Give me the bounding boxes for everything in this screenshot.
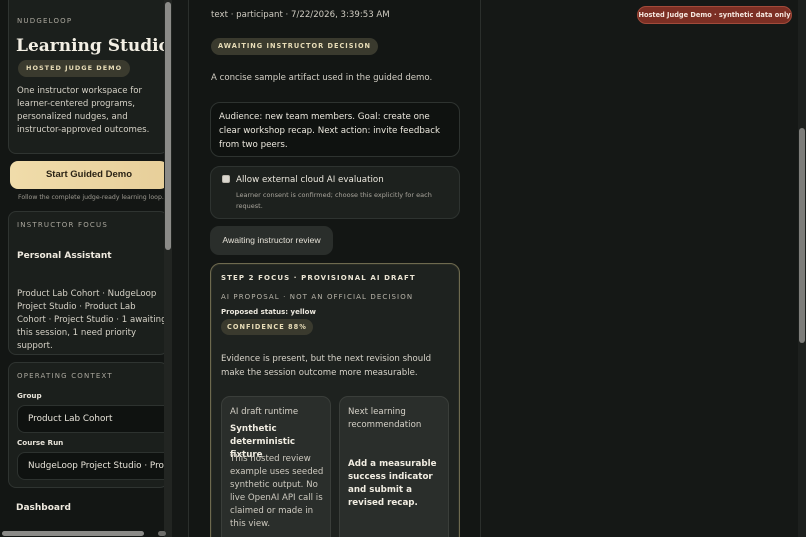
group-label: Group — [17, 391, 42, 400]
draft-proposal-note: AI PROPOSAL · NOT AN OFFICIAL DECISION — [221, 293, 414, 301]
group-select-value: Product Lab Cohort — [28, 414, 113, 424]
brand-card: NUDGELOOP Learning Studio HOSTED JUDGE D… — [8, 0, 164, 154]
runtime-title: AI draft runtime — [230, 407, 299, 417]
operating-context-card: OPERATING CONTEXT Group Product Lab Coho… — [8, 362, 164, 488]
synthetic-data-badge: Hosted Judge Demo · synthetic data only — [637, 6, 792, 24]
consent-help-text: Learner consent is confirmed; choose thi… — [236, 191, 432, 210]
hosted-demo-badge: HOSTED JUDGE DEMO — [18, 60, 131, 77]
course-run-label: Course Run — [17, 438, 64, 447]
artifact-review-panel: text · participant · 7/22/2026, 3:39:53 … — [188, 0, 481, 537]
brand-eyebrow: NUDGELOOP — [17, 17, 73, 25]
focus-eyebrow: INSTRUCTOR FOCUS — [17, 221, 108, 229]
ai-runtime-card: AI draft runtime Synthetic deterministic… — [221, 396, 331, 537]
awaiting-review-button[interactable]: Awaiting instructor review — [210, 226, 333, 255]
artifact-content: Audience: new team members. Goal: create… — [210, 102, 460, 157]
focus-description: Product Lab Cohort · NudgeLoop Project S… — [17, 289, 164, 351]
external-ai-consent-checkbox[interactable] — [222, 175, 230, 183]
status-badge: AWAITING INSTRUCTOR DECISION — [211, 38, 379, 55]
recommendation-title: Next learning recommendation — [348, 407, 422, 430]
app-title: Learning Studio — [16, 36, 164, 56]
guided-demo-subtext: Follow the complete judge-ready learning… — [18, 194, 164, 201]
artifact-description: A concise sample artifact used in the gu… — [211, 73, 433, 83]
course-run-select-value: NudgeLoop Project Studio · Product Lab C… — [28, 461, 164, 471]
sidebar: NUDGELOOP Learning Studio HOSTED JUDGE D… — [0, 0, 164, 537]
consent-panel: Allow external cloud AI evaluation Learn… — [210, 166, 460, 219]
page-scrollbar-thumb[interactable] — [799, 128, 805, 343]
brand-description: One instructor workspace for learner-cen… — [17, 86, 150, 135]
instructor-focus-card: INSTRUCTOR FOCUS Personal Assistant Prod… — [8, 211, 164, 355]
artifact-meta: text · participant · 7/22/2026, 3:39:53 … — [211, 10, 390, 20]
sidebar-horizontal-scrollbar-thumb[interactable] — [2, 531, 144, 536]
focus-title: Personal Assistant — [17, 251, 112, 261]
runtime-body: This hosted review example uses seeded s… — [230, 454, 324, 529]
group-select[interactable]: Product Lab Cohort ▼ — [17, 405, 164, 433]
context-eyebrow: OPERATING CONTEXT — [17, 372, 113, 380]
sidebar-scrollbar-thumb[interactable] — [165, 2, 171, 250]
horizontal-scroll-right-arrow[interactable] — [158, 531, 166, 536]
start-guided-demo-button[interactable]: Start Guided Demo — [10, 161, 164, 189]
evidence-text: Evidence is present, but the next revisi… — [221, 354, 432, 378]
course-run-select[interactable]: NudgeLoop Project Studio · Product Lab C… — [17, 452, 164, 480]
proposed-status: Proposed status: yellow — [221, 308, 316, 316]
consent-label[interactable]: Allow external cloud AI evaluation — [236, 175, 384, 185]
artifact-content-text: Audience: new team members. Goal: create… — [219, 112, 441, 150]
nav-dashboard[interactable]: Dashboard — [16, 503, 71, 513]
ai-draft-card: STEP 2 FOCUS · PROVISIONAL AI DRAFT AI P… — [210, 263, 460, 537]
draft-eyebrow: STEP 2 FOCUS · PROVISIONAL AI DRAFT — [221, 274, 416, 282]
recommendation-card: Next learning recommendation Add a measu… — [339, 396, 449, 537]
recommendation-strong: Add a measurable success indicator and s… — [348, 459, 437, 508]
confidence-badge: CONFIDENCE 88% — [221, 319, 313, 335]
